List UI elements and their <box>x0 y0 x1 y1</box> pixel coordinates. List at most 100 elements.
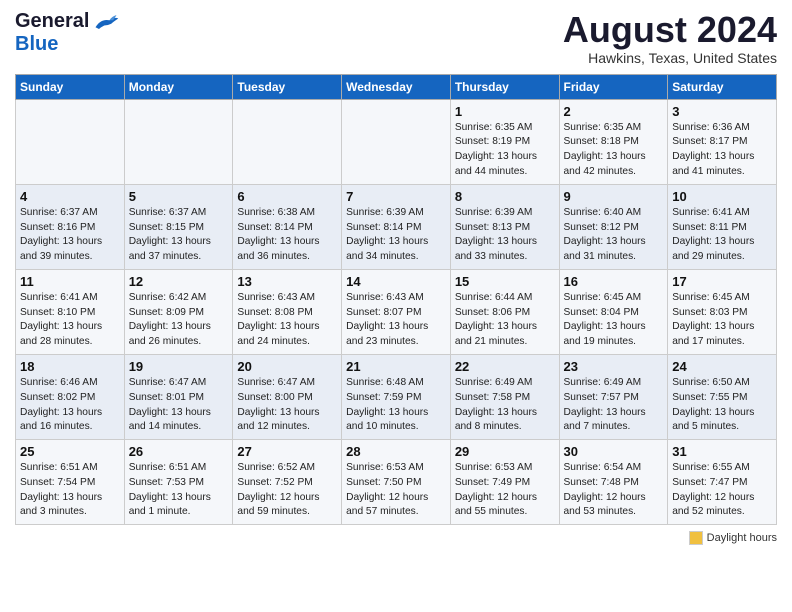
weekday-header-tuesday: Tuesday <box>233 74 342 99</box>
calendar-cell-15: 15 Sunrise: 6:44 AM Sunset: 8:06 PM Dayli… <box>450 269 559 354</box>
day-number: 7 <box>346 189 446 204</box>
calendar-cell-empty <box>233 99 342 184</box>
day-number: 11 <box>20 274 120 289</box>
day-info: Sunrise: 6:47 AM Sunset: 8:01 PM Dayligh… <box>129 376 229 435</box>
weekday-header-sunday: Sunday <box>16 74 125 99</box>
day-info: Sunrise: 6:46 AM Sunset: 8:02 PM Dayligh… <box>20 376 120 435</box>
calendar-cell-26: 26 Sunrise: 6:51 AM Sunset: 7:53 PM Dayli… <box>124 440 233 525</box>
day-number: 15 <box>455 274 555 289</box>
weekday-header-friday: Friday <box>559 74 668 99</box>
day-info: Sunrise: 6:51 AM Sunset: 7:53 PM Dayligh… <box>129 461 229 520</box>
day-number: 14 <box>346 274 446 289</box>
calendar-week-row: 11 Sunrise: 6:41 AM Sunset: 8:10 PM Dayli… <box>16 269 777 354</box>
day-info: Sunrise: 6:45 AM Sunset: 8:03 PM Dayligh… <box>672 291 772 350</box>
calendar-cell-30: 30Sunrise: 6:54 AM Sunset: 7:48 PM Dayli… <box>559 440 668 525</box>
day-number: 26 <box>129 444 229 459</box>
day-info: Sunrise: 6:45 AM Sunset: 8:04 PM Dayligh… <box>564 291 664 350</box>
calendar-cell-6: 6Sunrise: 6:38 AM Sunset: 8:14 PM Daylig… <box>233 184 342 269</box>
calendar-cell-empty <box>124 99 233 184</box>
day-number: 13 <box>237 274 337 289</box>
calendar-cell-31: 31Sunrise: 6:55 AM Sunset: 7:47 PM Dayli… <box>668 440 777 525</box>
legend: Daylight hours <box>15 531 777 545</box>
weekday-header-thursday: Thursday <box>450 74 559 99</box>
calendar-cell-16: 16 Sunrise: 6:45 AM Sunset: 8:04 PM Dayli… <box>559 269 668 354</box>
day-info: Sunrise: 6:44 AM Sunset: 8:06 PM Dayligh… <box>455 291 555 350</box>
calendar-cell-24: 24 Sunrise: 6:50 AM Sunset: 7:55 PM Dayli… <box>668 354 777 439</box>
day-number: 18 <box>20 359 120 374</box>
day-info: Sunrise: 6:40 AM Sunset: 8:12 PM Dayligh… <box>564 206 664 265</box>
daylight-legend-label: Daylight hours <box>707 532 777 544</box>
calendar-cell-14: 14 Sunrise: 6:43 AM Sunset: 8:07 PM Dayli… <box>342 269 451 354</box>
day-number: 9 <box>564 189 664 204</box>
weekday-header-monday: Monday <box>124 74 233 99</box>
day-number: 6 <box>237 189 337 204</box>
day-number: 12 <box>129 274 229 289</box>
day-info: Sunrise: 6:35 AM Sunset: 8:19 PM Dayligh… <box>455 121 555 180</box>
day-info: Sunrise: 6:52 AM Sunset: 7:52 PM Dayligh… <box>237 461 337 520</box>
day-number: 22 <box>455 359 555 374</box>
day-number: 3 <box>672 104 772 119</box>
calendar-cell-13: 13 Sunrise: 6:43 AM Sunset: 8:08 PM Dayli… <box>233 269 342 354</box>
calendar-cell-9: 9 Sunrise: 6:40 AM Sunset: 8:12 PM Daylig… <box>559 184 668 269</box>
calendar-cell-20: 20 Sunrise: 6:47 AM Sunset: 8:00 PM Dayli… <box>233 354 342 439</box>
daylight-legend-box <box>689 531 703 545</box>
day-info: Sunrise: 6:48 AM Sunset: 7:59 PM Dayligh… <box>346 376 446 435</box>
day-number: 1 <box>455 104 555 119</box>
calendar-cell-10: 10 Sunrise: 6:41 AM Sunset: 8:11 PM Dayli… <box>668 184 777 269</box>
day-info: Sunrise: 6:50 AM Sunset: 7:55 PM Dayligh… <box>672 376 772 435</box>
calendar-cell-21: 21Sunrise: 6:48 AM Sunset: 7:59 PM Dayli… <box>342 354 451 439</box>
calendar-cell-28: 28Sunrise: 6:53 AM Sunset: 7:50 PM Dayli… <box>342 440 451 525</box>
day-info: Sunrise: 6:37 AM Sunset: 8:15 PM Dayligh… <box>129 206 229 265</box>
logo-general-text: General <box>15 10 89 33</box>
calendar-week-row: 4 Sunrise: 6:37 AM Sunset: 8:16 PM Daylig… <box>16 184 777 269</box>
calendar-cell-23: 23Sunrise: 6:49 AM Sunset: 7:57 PM Dayli… <box>559 354 668 439</box>
calendar-cell-17: 17Sunrise: 6:45 AM Sunset: 8:03 PM Dayli… <box>668 269 777 354</box>
calendar-cell-empty <box>342 99 451 184</box>
day-number: 31 <box>672 444 772 459</box>
page-header: General Blue August 2024 Hawkins, Texas,… <box>15 10 777 66</box>
day-number: 27 <box>237 444 337 459</box>
day-info: Sunrise: 6:35 AM Sunset: 8:18 PM Dayligh… <box>564 121 664 180</box>
day-number: 19 <box>129 359 229 374</box>
location-subtitle: Hawkins, Texas, United States <box>563 50 777 66</box>
calendar-cell-3: 3 Sunrise: 6:36 AM Sunset: 8:17 PM Daylig… <box>668 99 777 184</box>
day-number: 29 <box>455 444 555 459</box>
calendar-cell-2: 2Sunrise: 6:35 AM Sunset: 8:18 PM Daylig… <box>559 99 668 184</box>
logo: General Blue <box>15 10 120 56</box>
day-number: 24 <box>672 359 772 374</box>
day-info: Sunrise: 6:54 AM Sunset: 7:48 PM Dayligh… <box>564 461 664 520</box>
day-info: Sunrise: 6:41 AM Sunset: 8:10 PM Dayligh… <box>20 291 120 350</box>
day-info: Sunrise: 6:47 AM Sunset: 8:00 PM Dayligh… <box>237 376 337 435</box>
day-number: 10 <box>672 189 772 204</box>
day-info: Sunrise: 6:49 AM Sunset: 7:58 PM Dayligh… <box>455 376 555 435</box>
logo-bird-icon <box>92 11 120 33</box>
calendar-week-row: 25Sunrise: 6:51 AM Sunset: 7:54 PM Dayli… <box>16 440 777 525</box>
calendar-cell-25: 25Sunrise: 6:51 AM Sunset: 7:54 PM Dayli… <box>16 440 125 525</box>
day-info: Sunrise: 6:43 AM Sunset: 8:08 PM Dayligh… <box>237 291 337 350</box>
day-info: Sunrise: 6:43 AM Sunset: 8:07 PM Dayligh… <box>346 291 446 350</box>
daylight-legend-item: Daylight hours <box>689 531 777 545</box>
day-number: 25 <box>20 444 120 459</box>
day-info: Sunrise: 6:39 AM Sunset: 8:14 PM Dayligh… <box>346 206 446 265</box>
calendar-cell-27: 27 Sunrise: 6:52 AM Sunset: 7:52 PM Dayli… <box>233 440 342 525</box>
day-info: Sunrise: 6:36 AM Sunset: 8:17 PM Dayligh… <box>672 121 772 180</box>
day-info: Sunrise: 6:42 AM Sunset: 8:09 PM Dayligh… <box>129 291 229 350</box>
day-info: Sunrise: 6:41 AM Sunset: 8:11 PM Dayligh… <box>672 206 772 265</box>
day-number: 4 <box>20 189 120 204</box>
calendar-table: SundayMondayTuesdayWednesdayThursdayFrid… <box>15 74 777 526</box>
day-number: 16 <box>564 274 664 289</box>
calendar-cell-19: 19 Sunrise: 6:47 AM Sunset: 8:01 PM Dayli… <box>124 354 233 439</box>
calendar-cell-8: 8 Sunrise: 6:39 AM Sunset: 8:13 PM Daylig… <box>450 184 559 269</box>
day-info: Sunrise: 6:39 AM Sunset: 8:13 PM Dayligh… <box>455 206 555 265</box>
calendar-cell-7: 7 Sunrise: 6:39 AM Sunset: 8:14 PM Daylig… <box>342 184 451 269</box>
calendar-week-row: 18 Sunrise: 6:46 AM Sunset: 8:02 PM Dayli… <box>16 354 777 439</box>
month-year-title: August 2024 <box>563 10 777 50</box>
day-number: 20 <box>237 359 337 374</box>
calendar-cell-12: 12 Sunrise: 6:42 AM Sunset: 8:09 PM Dayli… <box>124 269 233 354</box>
title-section: August 2024 Hawkins, Texas, United State… <box>563 10 777 66</box>
calendar-cell-29: 29Sunrise: 6:53 AM Sunset: 7:49 PM Dayli… <box>450 440 559 525</box>
day-info: Sunrise: 6:37 AM Sunset: 8:16 PM Dayligh… <box>20 206 120 265</box>
calendar-cell-1: 1 Sunrise: 6:35 AM Sunset: 8:19 PM Daylig… <box>450 99 559 184</box>
day-number: 8 <box>455 189 555 204</box>
calendar-week-row: 1 Sunrise: 6:35 AM Sunset: 8:19 PM Daylig… <box>16 99 777 184</box>
